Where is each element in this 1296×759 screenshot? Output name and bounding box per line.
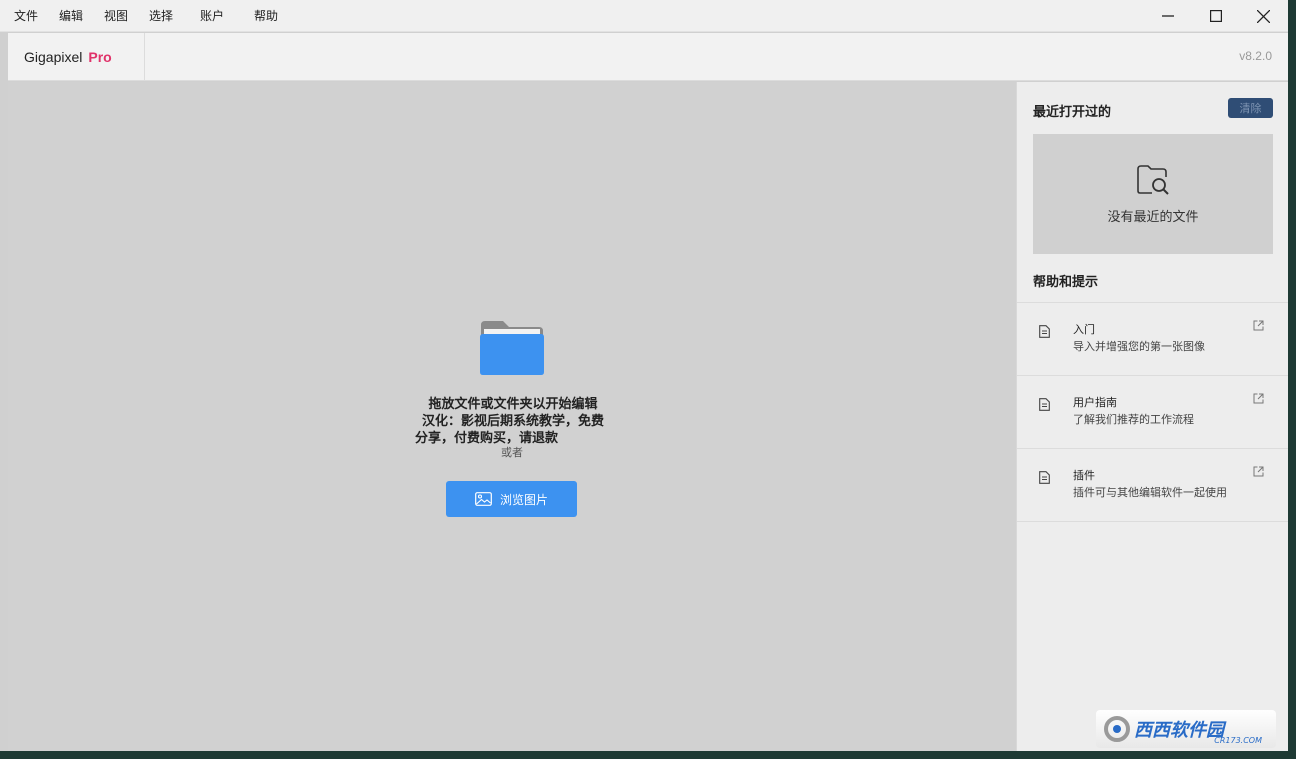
browse-images-button[interactable]: 浏览图片 (446, 481, 577, 517)
help-item-desc: 插件可与其他编辑软件一起使用 (1073, 486, 1227, 499)
recent-title: 最近打开过的 (1033, 105, 1112, 120)
app-edition: Pro (88, 49, 112, 65)
close-button[interactable] (1240, 0, 1286, 32)
app-name: Gigapixel (24, 49, 83, 65)
or-label: 或者 (501, 446, 523, 459)
help-item-title: 用户指南 (1073, 396, 1117, 409)
menu-bar: 文件 编辑 视图 选择 账户 帮助 (0, 0, 1288, 32)
version-label: v8.2.0 (1239, 49, 1272, 63)
external-link-icon[interactable] (1253, 466, 1264, 477)
help-item-user-guide[interactable]: 用户指南 了解我们推荐的工作流程 (1017, 376, 1288, 449)
menu-account[interactable]: 账户 (200, 7, 224, 24)
clear-recent-button[interactable]: 清除 (1228, 98, 1273, 118)
app-window: 文件 编辑 视图 选择 账户 帮助 Gigapixel Pro v8.2.0 拖 (0, 0, 1288, 751)
no-recent-files-text: 没有最近的文件 (1107, 210, 1199, 225)
site-watermark: 西西软件园 CR173.COM (1096, 710, 1276, 748)
minimize-icon (1162, 15, 1174, 17)
drop-zone[interactable]: 拖放文件或文件夹以开始编辑 汉化：影视后期系统教学，免费 分享，付费购买，请退款… (8, 82, 1016, 751)
drop-instructions: 拖放文件或文件夹以开始编辑 汉化：影视后期系统教学，免费 分享，付费购买，请退款 (403, 396, 623, 447)
watermark-text: 西西软件园 (1134, 720, 1224, 741)
help-item-desc: 导入并增强您的第一张图像 (1073, 340, 1205, 353)
document-icon (1039, 325, 1050, 338)
browse-images-label: 浏览图片 (499, 492, 548, 507)
watermark-logo-icon (1104, 716, 1130, 742)
drop-line-1: 拖放文件或文件夹以开始编辑 (428, 397, 598, 412)
app-header: Gigapixel Pro v8.2.0 (8, 33, 1288, 81)
recent-files-box: 没有最近的文件 (1033, 134, 1273, 254)
document-icon (1039, 471, 1050, 484)
external-link-icon[interactable] (1253, 393, 1264, 404)
help-item-title: 插件 (1073, 469, 1095, 482)
help-item-title: 入门 (1073, 323, 1095, 336)
folder-search-icon (1137, 165, 1169, 195)
app-brand: Gigapixel Pro (8, 33, 145, 81)
close-icon (1256, 9, 1270, 23)
menu-help[interactable]: 帮助 (254, 7, 278, 24)
watermark-sub: CR173.COM (1214, 736, 1262, 745)
menu-edit[interactable]: 编辑 (59, 7, 83, 24)
help-title: 帮助和提示 (1033, 275, 1099, 290)
minimize-button[interactable] (1145, 0, 1191, 32)
maximize-button[interactable] (1193, 0, 1239, 32)
help-item-desc: 了解我们推荐的工作流程 (1073, 413, 1194, 426)
help-item-plugins[interactable]: 插件 插件可与其他编辑软件一起使用 (1017, 449, 1288, 522)
menu-file[interactable]: 文件 (14, 7, 38, 24)
right-panel: 最近打开过的 清除 没有最近的文件 帮助和提示 入门 导入并增强您的第一张图像 (1016, 82, 1288, 751)
external-link-icon[interactable] (1253, 320, 1264, 331)
maximize-icon (1210, 10, 1222, 22)
menu-view[interactable]: 视图 (104, 7, 128, 24)
folder-icon (480, 321, 544, 375)
document-icon (1039, 398, 1050, 411)
drop-line-2: 汉化：影视后期系统教学，免费 (421, 414, 604, 429)
help-list: 入门 导入并增强您的第一张图像 用户指南 了解我们推荐的工作流程 插件 插件可与… (1017, 302, 1288, 522)
menu-select[interactable]: 选择 (149, 7, 173, 24)
image-icon (475, 492, 492, 506)
help-item-getting-started[interactable]: 入门 导入并增强您的第一张图像 (1017, 303, 1288, 376)
